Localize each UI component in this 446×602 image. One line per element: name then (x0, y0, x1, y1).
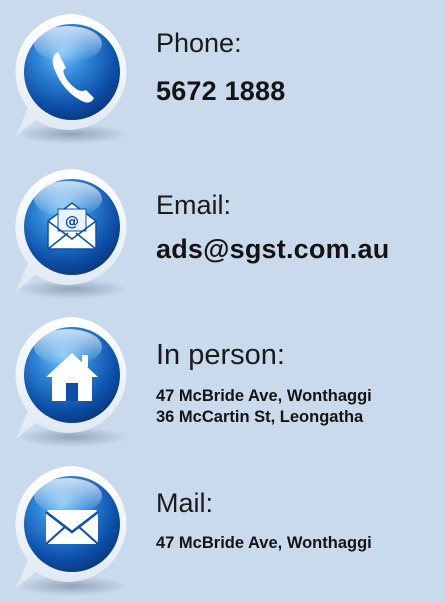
phone-icon (6, 8, 138, 146)
svg-text:@: @ (65, 214, 79, 230)
email-icon: @ (6, 163, 138, 301)
email-label: Email: (156, 190, 232, 220)
phone-number[interactable]: 5672 1888 (156, 76, 285, 107)
house-icon (6, 311, 138, 449)
phone-label: Phone: (156, 28, 242, 58)
address-wonthaggi: 47 McBride Ave, Wonthaggi (156, 387, 372, 405)
mail-envelope-icon (6, 460, 138, 598)
contact-email: @ Email: ads@sgst.com.au (0, 155, 446, 305)
mail-address: 47 McBride Ave, Wonthaggi (156, 534, 372, 552)
contact-mail: Mail: 47 McBride Ave, Wonthaggi (0, 452, 446, 602)
contact-phone: Phone: 5672 1888 (0, 0, 446, 150)
address-leongatha: 36 McCartin St, Leongatha (156, 408, 364, 426)
in-person-label: In person: (156, 339, 285, 371)
email-address[interactable]: ads@sgst.com.au (156, 234, 389, 265)
contact-in-person: In person: 47 McBride Ave, Wonthaggi 36 … (0, 303, 446, 453)
mail-label: Mail: (156, 488, 214, 518)
